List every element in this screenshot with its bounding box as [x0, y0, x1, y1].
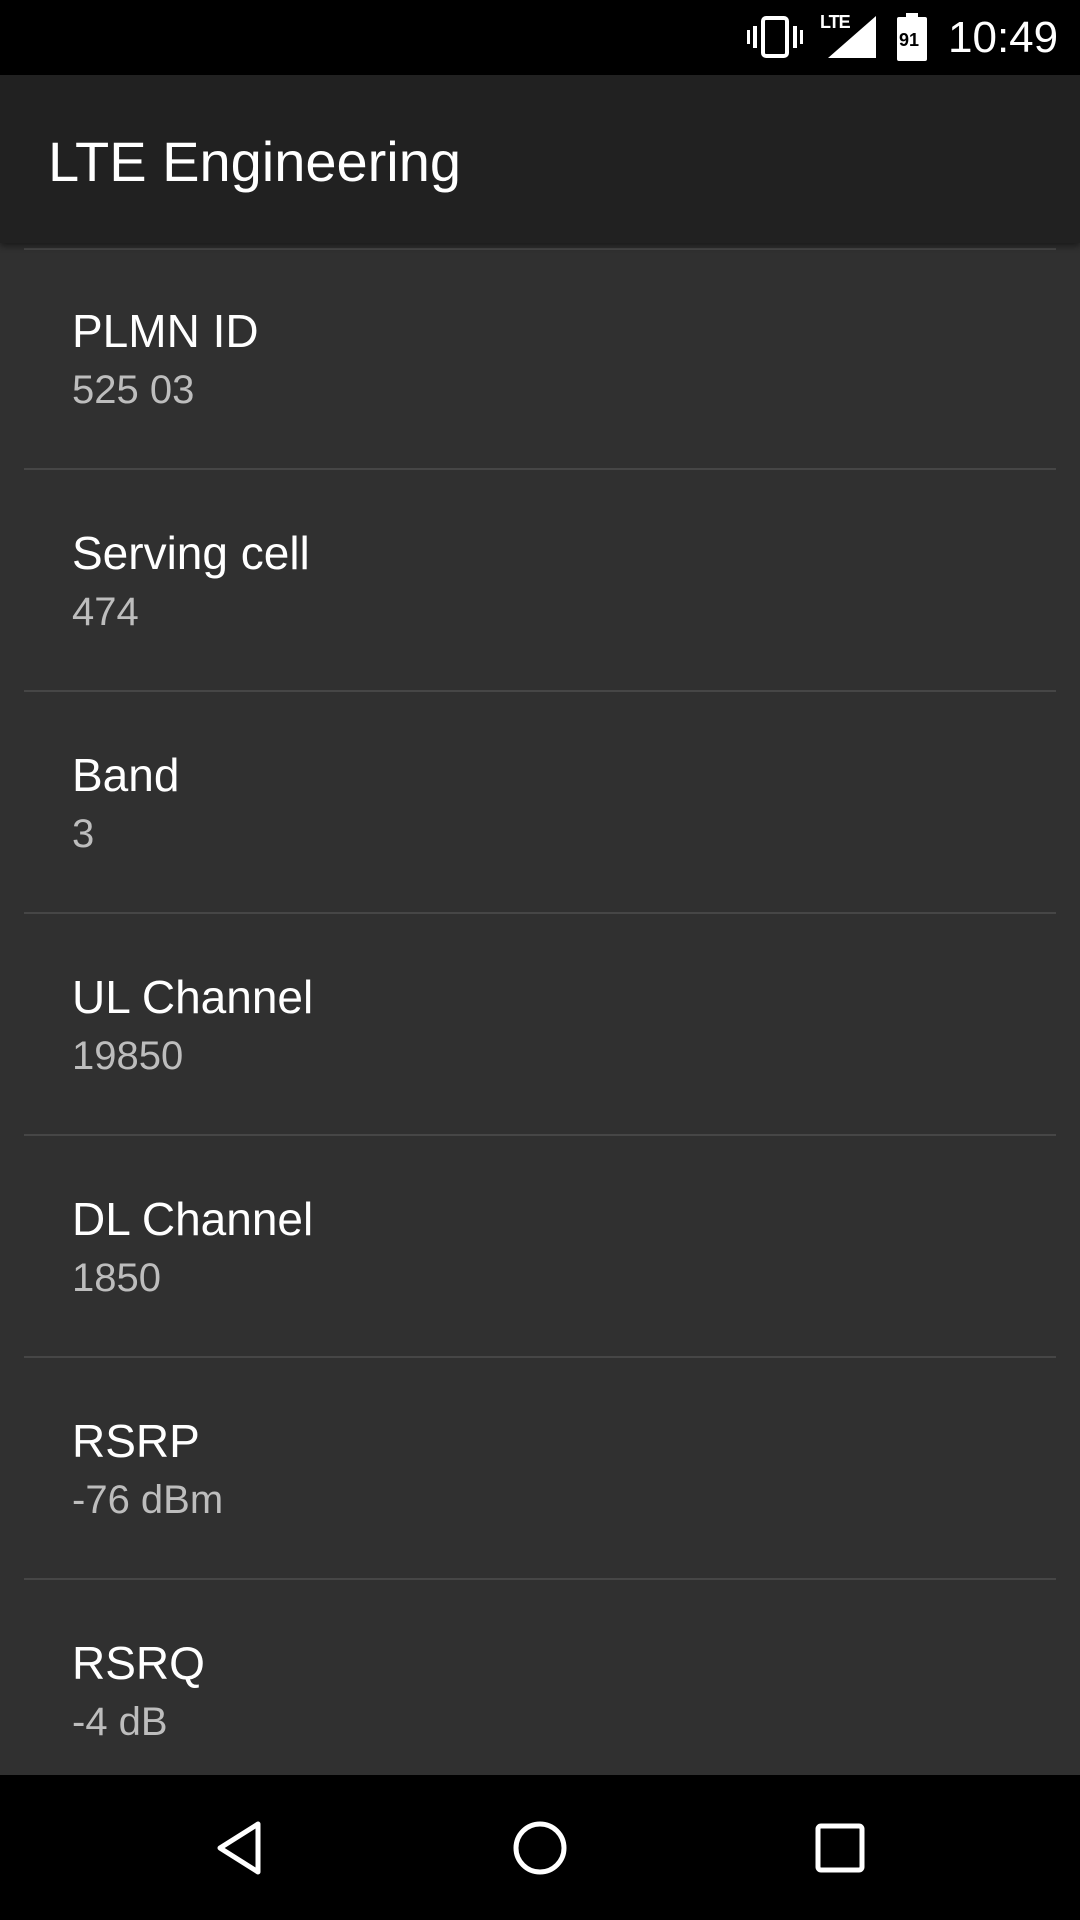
pref-item-ul-channel[interactable]: UL Channel 19850 — [24, 914, 1056, 1136]
status-clock: 10:49 — [948, 13, 1059, 62]
pref-title: PLMN ID — [72, 305, 259, 357]
home-button[interactable] — [495, 1803, 585, 1893]
pref-title: RSRQ — [72, 1637, 205, 1689]
network-type-label: LTE — [820, 12, 851, 32]
status-bar: LTE 91 10:49 — [0, 0, 1080, 75]
pref-summary: -76 dBm — [72, 1478, 224, 1522]
pref-item-band[interactable]: Band 3 — [24, 692, 1056, 914]
recents-icon — [815, 1823, 865, 1873]
back-button[interactable] — [195, 1803, 285, 1893]
battery-level: 91 — [899, 30, 920, 50]
app-bar: LTE Engineering — [0, 75, 1080, 243]
pref-item-dl-channel[interactable]: DL Channel 1850 — [24, 1136, 1056, 1358]
pref-summary: 3 — [72, 812, 95, 856]
pref-item-rsrq[interactable]: RSRQ -4 dB — [24, 1580, 1056, 1775]
pref-item-plmn-id[interactable]: PLMN ID 525 03 — [24, 248, 1056, 470]
preference-list: PLMN ID 525 03 Serving cell 474 Band 3 U… — [0, 243, 1080, 1775]
pref-summary: -4 dB — [72, 1700, 168, 1744]
pref-title: UL Channel — [72, 971, 314, 1023]
navigation-bar — [0, 1775, 1080, 1920]
app-title: LTE Engineering — [48, 130, 461, 193]
pref-title: RSRP — [72, 1415, 200, 1467]
pref-item-rsrp[interactable]: RSRP -76 dBm — [24, 1358, 1056, 1580]
pref-title: Band — [72, 749, 180, 801]
recents-button[interactable] — [795, 1803, 885, 1893]
pref-item-serving-cell[interactable]: Serving cell 474 — [24, 470, 1056, 692]
pref-summary: 525 03 — [72, 368, 195, 412]
pref-summary: 1850 — [72, 1256, 161, 1300]
back-icon — [217, 1821, 261, 1875]
vibrate-icon — [747, 14, 803, 65]
pref-title: Serving cell — [72, 527, 310, 579]
home-icon — [513, 1821, 567, 1875]
pref-title: DL Channel — [72, 1193, 314, 1245]
pref-summary: 19850 — [72, 1034, 184, 1078]
pref-summary: 474 — [72, 590, 139, 634]
